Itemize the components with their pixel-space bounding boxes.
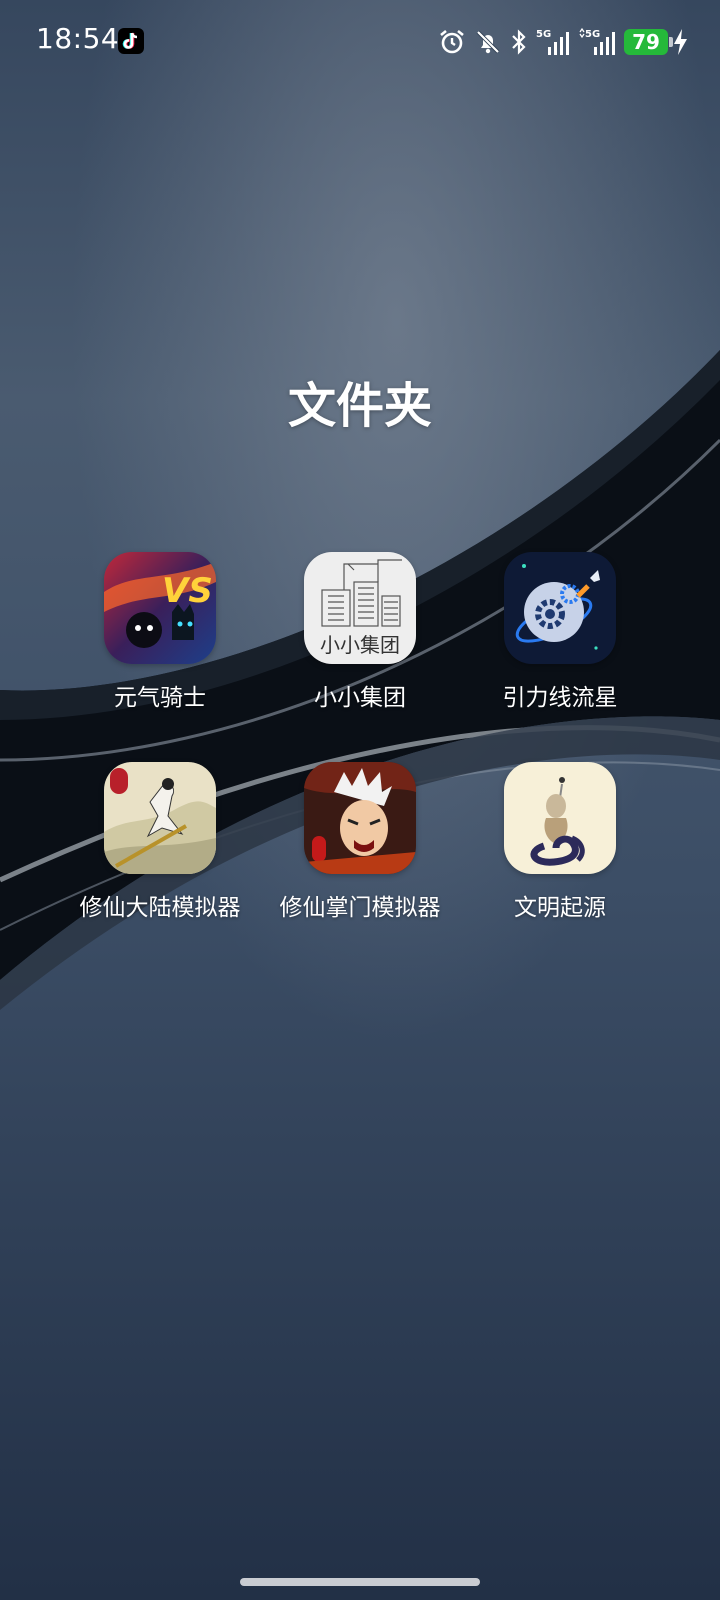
app-cultivation-continent[interactable]: 修仙大陆模拟器 bbox=[60, 762, 260, 972]
signal-5g-icon: 5G bbox=[536, 29, 569, 55]
signal-5g-icon: 5G bbox=[579, 27, 615, 55]
app-label: 文明起源 bbox=[514, 895, 606, 921]
app-cultivation-sect[interactable]: 修仙掌门模拟器 bbox=[260, 762, 460, 972]
status-bar: 18:54 5G 5G 79 bbox=[0, 0, 720, 84]
little-corp-icon: 小小集团 bbox=[304, 552, 416, 664]
cultivation-continent-icon bbox=[104, 762, 216, 874]
svg-text:VS: VS bbox=[162, 571, 213, 611]
gravity-meteor-icon bbox=[504, 552, 616, 664]
cultivation-sect-icon bbox=[304, 762, 416, 874]
app-label: 修仙掌门模拟器 bbox=[279, 895, 441, 921]
app-little-corp[interactable]: 小小集团 小小集团 bbox=[260, 552, 460, 762]
app-label: 元气骑士 bbox=[114, 685, 206, 711]
app-label: 小小集团 bbox=[314, 685, 406, 711]
app-label: 引力线流星 bbox=[502, 685, 618, 711]
status-indicators: 5G 5G 79 bbox=[438, 24, 673, 60]
folder-app-grid: VS 元气骑士 小小集团 小小集团 引力线流星 修仙大陆模拟器 修仙掌门模拟器 … bbox=[60, 552, 660, 972]
tiktok-icon bbox=[118, 28, 144, 54]
folder-title[interactable]: 文件夹 bbox=[0, 366, 720, 436]
app-gravity-meteor[interactable]: 引力线流星 bbox=[460, 552, 660, 762]
gesture-navigation-bar[interactable] bbox=[240, 1578, 480, 1586]
charging-icon bbox=[674, 29, 687, 55]
bluetooth-icon bbox=[512, 29, 526, 55]
svg-text:小小集团: 小小集团 bbox=[320, 633, 400, 657]
battery-indicator: 79 bbox=[624, 29, 673, 55]
alarm-icon bbox=[440, 29, 464, 54]
mute-icon bbox=[476, 30, 500, 54]
svg-text:5G: 5G bbox=[536, 29, 551, 40]
svg-text:5G: 5G bbox=[585, 29, 600, 40]
civilization-origin-icon bbox=[504, 762, 616, 874]
status-time: 18:54 bbox=[36, 22, 120, 55]
app-soul-knight[interactable]: VS 元气骑士 bbox=[60, 552, 260, 762]
app-civilization-origin[interactable]: 文明起源 bbox=[460, 762, 660, 972]
soul-knight-icon: VS bbox=[104, 552, 216, 664]
app-label: 修仙大陆模拟器 bbox=[79, 895, 241, 921]
